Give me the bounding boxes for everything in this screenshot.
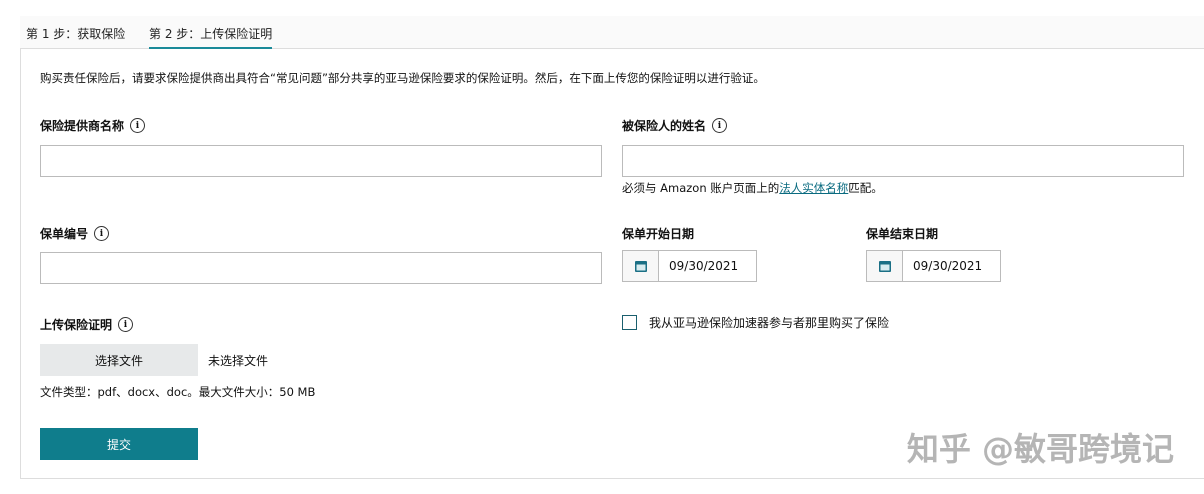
calendar-icon[interactable] <box>867 251 903 281</box>
tab-step-1[interactable]: 第 1 步：获取保险 <box>26 25 125 42</box>
info-icon[interactable]: i <box>712 118 728 133</box>
file-type-hint: 文件类型：pdf、docx、doc。最大文件大小：50 MB <box>40 385 316 399</box>
insured-help: 必须与 Amazon 账户页面上的法人实体名称匹配。 <box>622 181 883 195</box>
end-date-input[interactable]: 09/30/2021 <box>866 250 1001 282</box>
insured-label: 被保险人的姓名 i <box>622 117 728 134</box>
accelerator-checkbox-row: 我从亚马逊保险加速器参与者那里购买了保险 <box>622 314 889 331</box>
legal-entity-link[interactable]: 法人实体名称 <box>779 181 848 195</box>
info-icon[interactable]: i <box>118 317 134 332</box>
submit-button[interactable]: 提交 <box>40 428 198 460</box>
watermark: 知乎 @敏哥跨境记 <box>906 430 1174 468</box>
info-icon[interactable]: i <box>130 118 146 133</box>
insured-name-input[interactable] <box>622 145 1184 177</box>
accelerator-checkbox[interactable] <box>622 315 637 330</box>
upload-label: 上传保险证明 i <box>40 316 134 333</box>
calendar-icon[interactable] <box>623 251 659 281</box>
end-date-label: 保单结束日期 <box>866 227 939 241</box>
info-icon[interactable]: i <box>94 226 110 241</box>
tab-step-2[interactable]: 第 2 步：上传保险证明 <box>149 25 273 49</box>
start-date-input[interactable]: 09/30/2021 <box>622 250 757 282</box>
provider-input[interactable] <box>40 145 602 177</box>
no-file-text: 未选择文件 <box>208 354 269 368</box>
step-tabs: 第 1 步：获取保险 第 2 步：上传保险证明 <box>20 16 1204 49</box>
start-date-label: 保单开始日期 <box>622 227 695 241</box>
policy-number-input[interactable] <box>40 252 602 284</box>
intro-text: 购买责任保险后，请要求保险提供商出具符合“常见问题”部分共享的亚马逊保险要求的保… <box>40 71 765 85</box>
choose-file-button[interactable]: 选择文件 <box>40 344 198 376</box>
policy-label: 保单编号 i <box>40 225 110 242</box>
provider-label: 保险提供商名称 i <box>40 117 146 134</box>
